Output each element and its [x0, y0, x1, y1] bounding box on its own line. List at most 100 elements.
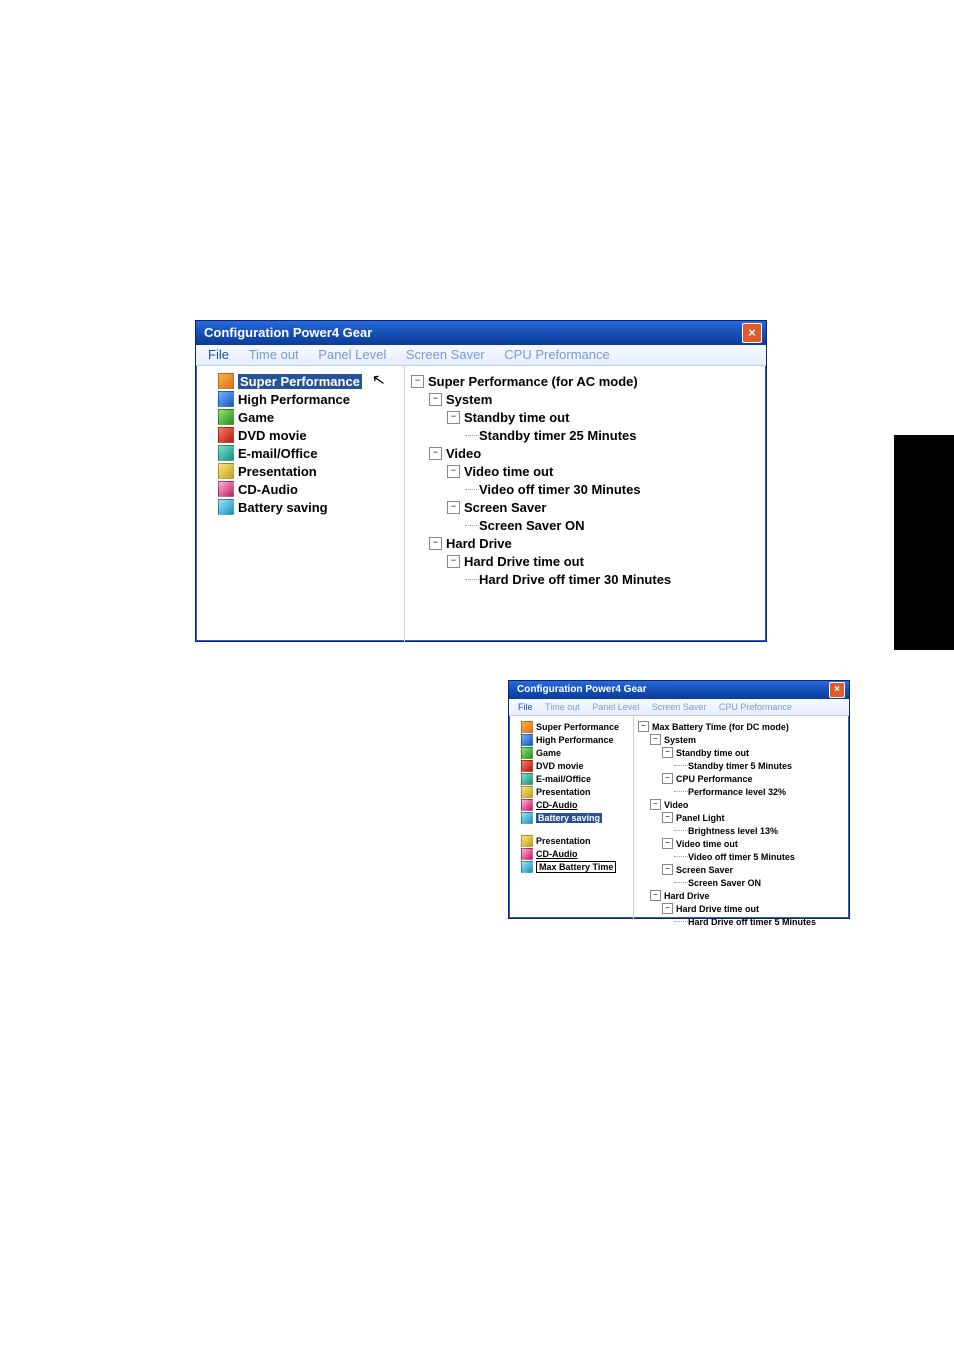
menu-panel-level[interactable]: Panel Level: [587, 699, 644, 715]
tree-video-timeout[interactable]: −Video time out: [411, 462, 760, 480]
collapse-icon[interactable]: −: [429, 393, 442, 406]
tree-video-timeout[interactable]: −Video time out: [638, 837, 845, 850]
music-icon: [521, 848, 533, 860]
tree-hard-drive-off-timer-value[interactable]: Hard Drive off timer 30 Minutes: [411, 570, 760, 588]
tree-screen-saver-value[interactable]: Screen Saver ON: [638, 876, 845, 889]
music-icon: [521, 799, 533, 811]
titlebar[interactable]: Configuration Power4 Gear ×: [509, 681, 849, 699]
collapse-icon[interactable]: −: [429, 447, 442, 460]
menubar: File Time out Panel Level Screen Saver C…: [196, 345, 766, 366]
menu-time-out[interactable]: Time out: [241, 345, 307, 365]
menu-file[interactable]: File: [513, 699, 538, 715]
tree-system[interactable]: −System: [411, 390, 760, 408]
collapse-icon[interactable]: −: [662, 903, 673, 914]
menu-cpu-performance[interactable]: CPU Preformance: [496, 345, 617, 365]
page-side-strip: [894, 435, 954, 650]
collapse-icon[interactable]: −: [447, 555, 460, 568]
mail-icon: [218, 445, 234, 461]
close-icon[interactable]: ×: [829, 682, 845, 698]
preset-high-performance[interactable]: High Performance: [511, 733, 631, 746]
tree-hard-drive[interactable]: −Hard Drive: [638, 889, 845, 902]
tree-cpu-performance[interactable]: −CPU Performance: [638, 772, 845, 785]
battery-icon: [521, 861, 533, 873]
menu-file[interactable]: File: [200, 345, 237, 365]
tree-video[interactable]: −Video: [638, 798, 845, 811]
tree-system[interactable]: −System: [638, 733, 845, 746]
collapse-icon[interactable]: −: [662, 864, 673, 875]
menu-time-out[interactable]: Time out: [540, 699, 585, 715]
tree-video-off-timer-value[interactable]: Video off timer 5 Minutes: [638, 850, 845, 863]
preset-battery-saving[interactable]: Battery saving: [511, 811, 631, 824]
menu-panel-level[interactable]: Panel Level: [310, 345, 394, 365]
joystick-icon: [521, 747, 533, 759]
collapse-icon[interactable]: −: [650, 890, 661, 901]
tree-screen-saver[interactable]: −Screen Saver: [411, 498, 760, 516]
tree-video[interactable]: −Video: [411, 444, 760, 462]
tree-screen-saver-value[interactable]: Screen Saver ON: [411, 516, 760, 534]
window-power4gear-small: Configuration Power4 Gear × File Time ou…: [508, 680, 850, 919]
preset-email-office[interactable]: E-mail/Office: [200, 444, 400, 462]
disc-icon: [218, 427, 234, 443]
collapse-icon[interactable]: −: [411, 375, 424, 388]
window-power4gear-large: Configuration Power4 Gear × File Time ou…: [195, 320, 767, 642]
preset2-max-battery-time[interactable]: Max Battery Time: [511, 860, 631, 873]
tree-standby-timer-value[interactable]: Standby timer 5 Minutes: [638, 759, 845, 772]
collapse-icon[interactable]: −: [447, 501, 460, 514]
tree-hard-drive-timeout[interactable]: −Hard Drive time out: [638, 902, 845, 915]
preset-game[interactable]: Game: [511, 746, 631, 759]
collapse-icon[interactable]: −: [447, 465, 460, 478]
collapse-icon[interactable]: −: [429, 537, 442, 550]
preset-cd-audio[interactable]: CD-Audio: [200, 480, 400, 498]
preset-game[interactable]: Game: [200, 408, 400, 426]
collapse-icon[interactable]: −: [662, 812, 673, 823]
preset-super-performance[interactable]: Super Performance: [511, 720, 631, 733]
presentation-icon: [218, 463, 234, 479]
battery-icon: [521, 812, 533, 824]
tree-brightness-value[interactable]: Brightness level 13%: [638, 824, 845, 837]
gear-icon: [521, 734, 533, 746]
preset-high-performance[interactable]: High Performance: [200, 390, 400, 408]
collapse-icon[interactable]: −: [650, 734, 661, 745]
collapse-icon[interactable]: −: [662, 747, 673, 758]
detail-tree: −Max Battery Time (for DC mode) −System …: [634, 716, 849, 919]
mail-icon: [521, 773, 533, 785]
collapse-icon[interactable]: −: [662, 773, 673, 784]
preset-presentation[interactable]: Presentation: [511, 785, 631, 798]
menu-screen-saver[interactable]: Screen Saver: [398, 345, 493, 365]
preset-dvd-movie[interactable]: DVD movie: [200, 426, 400, 444]
collapse-icon[interactable]: −: [447, 411, 460, 424]
gear-icon: [218, 373, 234, 389]
window-title: Configuration Power4 Gear: [204, 321, 372, 345]
preset-presentation[interactable]: Presentation: [200, 462, 400, 480]
tree-root[interactable]: −Super Performance (for AC mode): [411, 372, 760, 390]
tree-standby-timeout[interactable]: −Standby time out: [638, 746, 845, 759]
close-icon[interactable]: ×: [742, 323, 762, 343]
tree-screen-saver[interactable]: −Screen Saver: [638, 863, 845, 876]
tree-standby-timer-value[interactable]: Standby timer 25 Minutes: [411, 426, 760, 444]
menu-cpu-performance[interactable]: CPU Preformance: [714, 699, 797, 715]
tree-standby-timeout[interactable]: −Standby time out: [411, 408, 760, 426]
preset-list: Super Performance High Performance Game …: [509, 716, 634, 919]
titlebar[interactable]: Configuration Power4 Gear ×: [196, 321, 766, 345]
window-title: Configuration Power4 Gear: [517, 681, 646, 699]
preset2-presentation[interactable]: Presentation: [511, 834, 631, 847]
gear-icon: [521, 721, 533, 733]
collapse-icon[interactable]: −: [650, 799, 661, 810]
preset-dvd-movie[interactable]: DVD movie: [511, 759, 631, 772]
preset-email-office[interactable]: E-mail/Office: [511, 772, 631, 785]
collapse-icon[interactable]: −: [662, 838, 673, 849]
menu-screen-saver[interactable]: Screen Saver: [647, 699, 712, 715]
tree-hard-drive[interactable]: −Hard Drive: [411, 534, 760, 552]
tree-hard-drive-timeout[interactable]: −Hard Drive time out: [411, 552, 760, 570]
collapse-icon[interactable]: −: [638, 721, 649, 732]
preset-list: Super Performance High Performance Game …: [196, 366, 405, 642]
tree-hard-drive-off-timer-value[interactable]: Hard Drive off timer 5 Minutes: [638, 915, 845, 928]
tree-video-off-timer-value[interactable]: Video off timer 30 Minutes: [411, 480, 760, 498]
presentation-icon: [521, 786, 533, 798]
tree-root[interactable]: −Max Battery Time (for DC mode): [638, 720, 845, 733]
tree-cpu-performance-value[interactable]: Performance level 32%: [638, 785, 845, 798]
preset-cd-audio[interactable]: CD-Audio: [511, 798, 631, 811]
preset-battery-saving[interactable]: Battery saving: [200, 498, 400, 516]
preset2-cd-audio[interactable]: CD-Audio: [511, 847, 631, 860]
tree-panel-light[interactable]: −Panel Light: [638, 811, 845, 824]
